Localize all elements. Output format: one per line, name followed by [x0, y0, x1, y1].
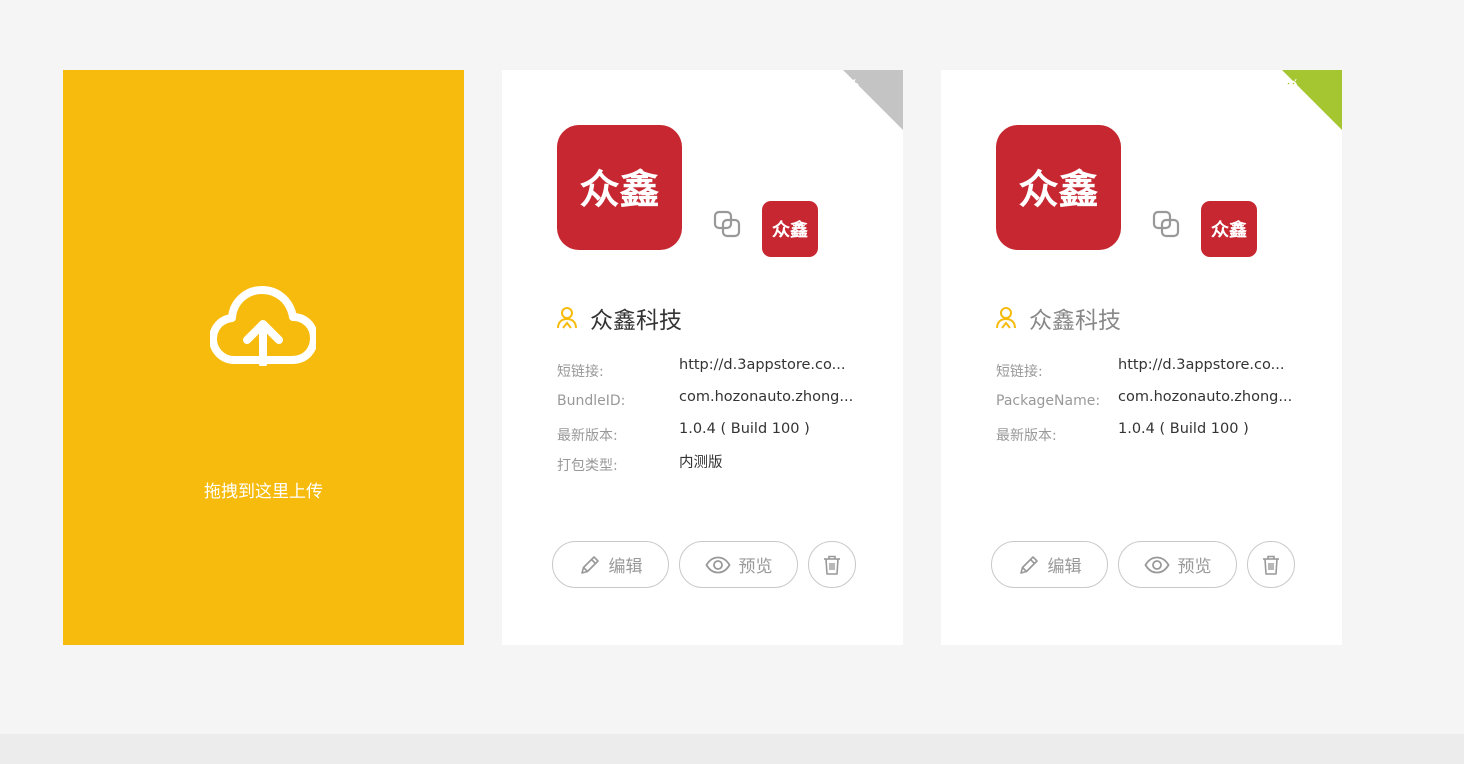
short-link-value[interactable]: http://d.3appstore.co...: [1118, 357, 1284, 373]
app-info-list: 短链接: http://d.3appstore.co... BundleID: …: [557, 355, 877, 481]
pencil-icon: [1019, 555, 1038, 574]
upload-dropzone[interactable]: 拖拽到这里上传: [63, 70, 464, 645]
svg-text:众鑫: 众鑫: [1211, 219, 1247, 241]
qr-code-thumbnail[interactable]: 众鑫: [762, 201, 818, 257]
android-icon: [1282, 78, 1300, 97]
trash-icon: [824, 555, 840, 575]
user-icon: [557, 307, 577, 329]
apple-icon: [844, 79, 860, 97]
info-row-package-name: PackageName: com.hozonauto.zhong...: [996, 387, 1316, 419]
build-type-value: 内测版: [679, 455, 723, 471]
svg-text:众鑫: 众鑫: [772, 219, 808, 241]
short-link-value[interactable]: http://d.3appstore.co...: [679, 357, 845, 373]
info-row-bundle-id: BundleID: com.hozonauto.zhong...: [557, 387, 877, 419]
app-name: 众鑫科技: [1029, 308, 1121, 334]
preview-button[interactable]: 预览: [1118, 541, 1237, 588]
upload-label: 拖拽到这里上传: [204, 482, 323, 502]
svg-text:众鑫: 众鑫: [580, 167, 660, 213]
preview-button[interactable]: 预览: [679, 541, 798, 588]
user-icon: [996, 307, 1016, 329]
app-info-list: 短链接: http://d.3appstore.co... PackageNam…: [996, 355, 1316, 449]
delete-button[interactable]: [808, 541, 856, 588]
info-label: BundleID:: [557, 393, 626, 409]
edit-label: 编辑: [1047, 557, 1082, 577]
qr-code-thumbnail[interactable]: 众鑫: [1201, 201, 1257, 257]
platform-corner-android: [1282, 70, 1342, 130]
app-card-ios: 众鑫 众鑫 众鑫科技 短链接: http://d.3appstore.co...…: [502, 70, 903, 645]
delete-button[interactable]: [1247, 541, 1295, 588]
info-label: 最新版本:: [557, 428, 618, 444]
edit-button[interactable]: 编辑: [552, 541, 669, 588]
trash-icon: [1263, 555, 1279, 575]
preview-label: 预览: [738, 557, 773, 577]
info-label: 短链接:: [996, 364, 1043, 380]
preview-label: 预览: [1177, 557, 1212, 577]
app-name: 众鑫科技: [590, 308, 682, 334]
info-row-build-type: 打包类型: 内测版: [557, 449, 877, 481]
svg-text:众鑫: 众鑫: [1019, 167, 1099, 213]
bundle-id-value: com.hozonauto.zhong...: [679, 389, 854, 405]
version-value: 1.0.4 ( Build 100 ): [1118, 421, 1249, 437]
info-label: 最新版本:: [996, 428, 1057, 444]
info-label: 打包类型:: [557, 458, 618, 474]
app-icon: 众鑫: [557, 125, 682, 250]
app-icon: 众鑫: [996, 125, 1121, 250]
eye-icon: [704, 556, 731, 573]
version-value: 1.0.4 ( Build 100 ): [679, 421, 810, 437]
footer-strip: [0, 734, 1464, 764]
copy-icon[interactable]: [1152, 210, 1180, 238]
edit-button[interactable]: 编辑: [991, 541, 1108, 588]
info-label: 短链接:: [557, 364, 604, 380]
app-name-row: 众鑫科技: [556, 303, 682, 334]
edit-label: 编辑: [608, 557, 643, 577]
cloud-upload-icon: [210, 286, 316, 366]
info-row-version: 最新版本: 1.0.4 ( Build 100 ): [996, 419, 1316, 449]
package-name-value: com.hozonauto.zhong...: [1118, 389, 1293, 405]
info-row-short-link: 短链接: http://d.3appstore.co...: [557, 355, 877, 387]
info-label: PackageName:: [996, 393, 1101, 409]
app-name-row: 众鑫科技: [995, 303, 1121, 334]
info-row-version: 最新版本: 1.0.4 ( Build 100 ): [557, 419, 877, 449]
platform-corner-ios: [843, 70, 903, 130]
info-row-short-link: 短链接: http://d.3appstore.co...: [996, 355, 1316, 387]
copy-icon[interactable]: [713, 210, 741, 238]
eye-icon: [1143, 556, 1170, 573]
app-card-android: 众鑫 众鑫 众鑫科技 短链接: http://d.3appstore.co...…: [941, 70, 1342, 645]
pencil-icon: [580, 555, 599, 574]
